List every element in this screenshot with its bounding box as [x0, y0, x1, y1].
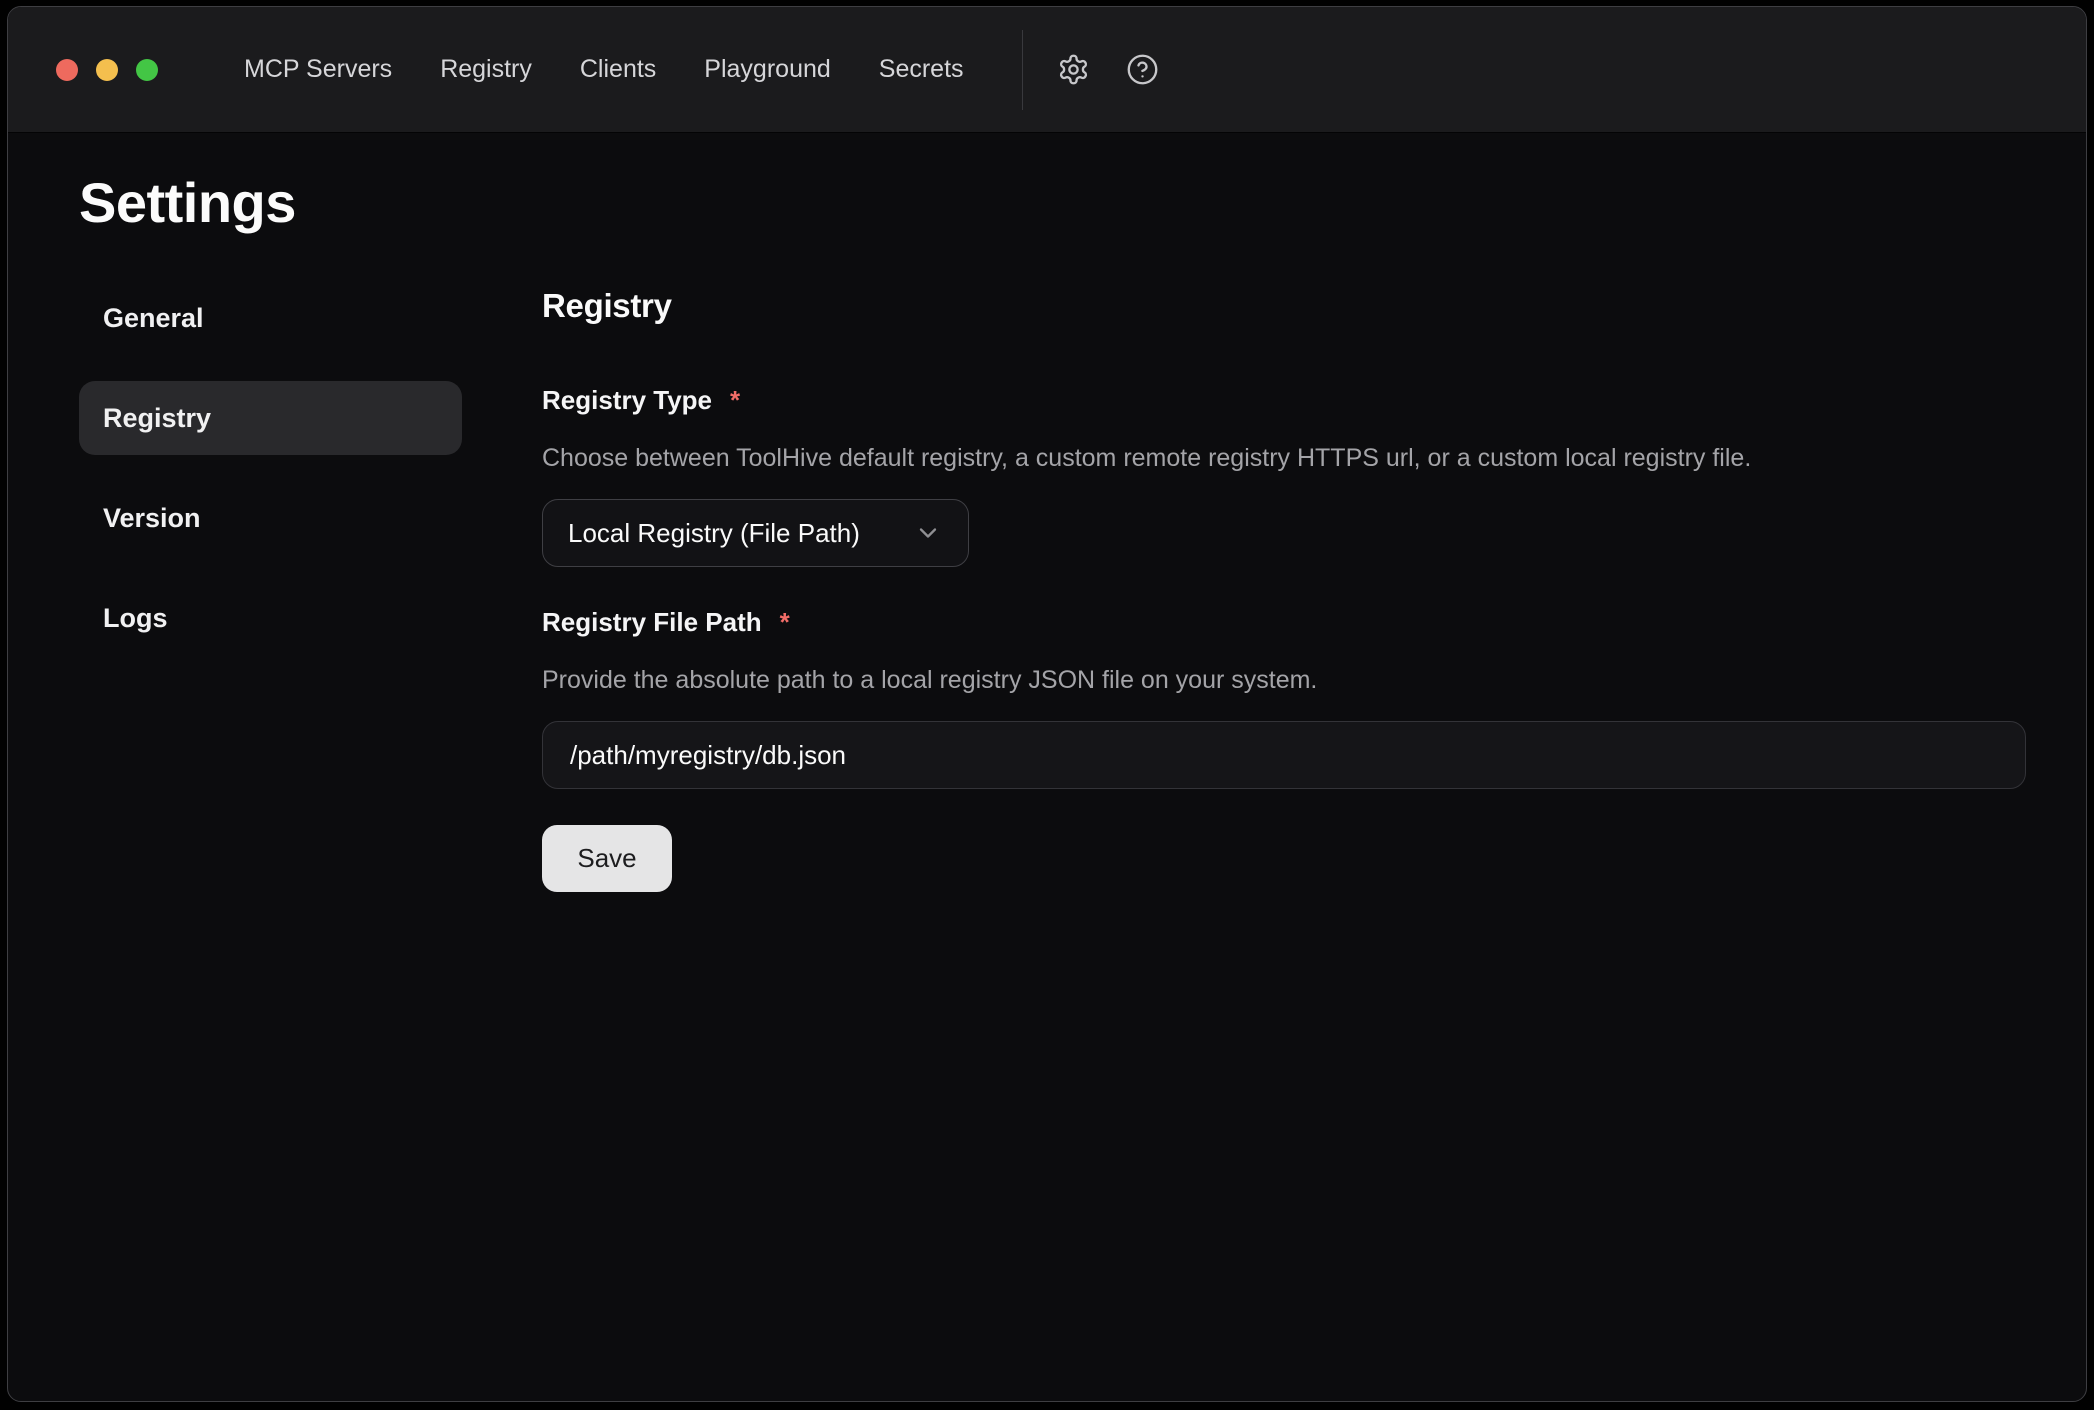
zoom-window-button[interactable] — [136, 59, 158, 81]
help-icon — [1126, 53, 1159, 86]
registry-file-path-input[interactable] — [542, 721, 2026, 789]
section-heading: Registry — [542, 287, 2026, 325]
page-title: Settings — [79, 171, 2026, 235]
registry-settings-panel: Registry Registry Type * Choose between … — [542, 281, 2026, 892]
nav-item-secrets[interactable]: Secrets — [879, 55, 964, 84]
gear-icon — [1057, 53, 1090, 86]
top-nav: MCP Servers Registry Clients Playground … — [244, 55, 964, 84]
nav-item-playground[interactable]: Playground — [704, 55, 830, 84]
sidebar-item-version[interactable]: Version — [79, 481, 462, 555]
required-marker: * — [780, 607, 790, 635]
registry-type-select[interactable]: Local Registry (File Path) — [542, 499, 969, 567]
titlebar: MCP Servers Registry Clients Playground … — [8, 7, 2086, 133]
save-button[interactable]: Save — [542, 825, 672, 892]
registry-file-path-field: Registry File Path * Provide the absolut… — [542, 607, 2026, 789]
help-button[interactable] — [1125, 52, 1161, 88]
settings-gear-button[interactable] — [1056, 52, 1092, 88]
sidebar-item-registry[interactable]: Registry — [79, 381, 462, 455]
app-window: MCP Servers Registry Clients Playground … — [7, 6, 2087, 1402]
chevron-down-icon — [914, 519, 942, 547]
settings-page: Settings General Registry Version Logs R… — [8, 133, 2086, 1401]
nav-item-mcp-servers[interactable]: MCP Servers — [244, 55, 392, 84]
window-controls — [56, 59, 158, 81]
close-window-button[interactable] — [56, 59, 78, 81]
registry-type-field: Registry Type * Choose between ToolHive … — [542, 385, 2026, 567]
settings-sidebar: General Registry Version Logs — [79, 281, 462, 655]
required-marker: * — [730, 385, 740, 413]
sidebar-item-general[interactable]: General — [79, 281, 462, 355]
minimize-window-button[interactable] — [96, 59, 118, 81]
registry-file-path-label: Registry File Path — [542, 607, 762, 638]
sidebar-item-logs[interactable]: Logs — [79, 581, 462, 655]
registry-type-label: Registry Type — [542, 385, 712, 416]
registry-type-description: Choose between ToolHive default registry… — [542, 444, 2026, 473]
select-value: Local Registry (File Path) — [568, 518, 860, 549]
registry-file-path-description: Provide the absolute path to a local reg… — [542, 666, 2026, 695]
nav-item-clients[interactable]: Clients — [580, 55, 656, 84]
nav-item-registry[interactable]: Registry — [440, 55, 532, 84]
nav-divider — [1022, 30, 1023, 110]
